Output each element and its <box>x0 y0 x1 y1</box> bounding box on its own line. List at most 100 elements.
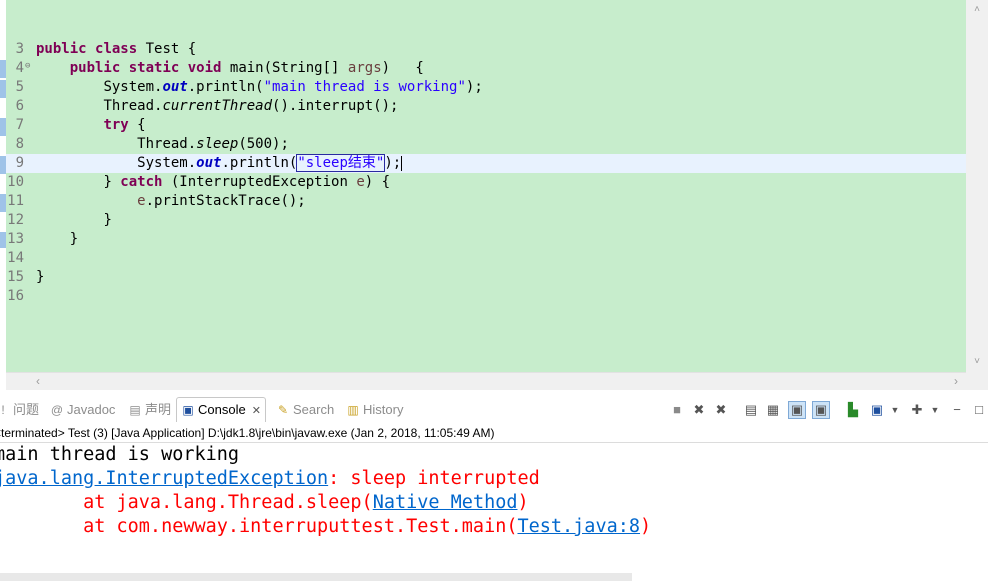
change-marker <box>0 194 6 212</box>
code-editor[interactable]: 3 public class Test { 4 ⊖ public static vo… <box>0 0 988 390</box>
console-line: java.lang.InterruptedException: sleep in… <box>0 467 982 491</box>
string-literal: "main thread is working" <box>263 79 466 95</box>
search-icon: ✎ <box>277 403 289 417</box>
change-marker <box>0 60 6 78</box>
code-text: ().interrupt(); <box>272 98 399 114</box>
code-line[interactable]: 12 } <box>6 211 966 230</box>
remove-all-terminated-icon[interactable]: ✖ <box>712 401 730 419</box>
tab-javadoc[interactable]: @ Javadoc <box>50 398 116 422</box>
code-text: } <box>36 269 45 285</box>
change-marker <box>0 232 6 248</box>
code-line[interactable]: 7 try { <box>6 116 966 135</box>
console-horizontal-scrollbar[interactable] <box>0 573 632 581</box>
code-line[interactable]: 10 } catch (InterruptedException e) { <box>6 173 966 192</box>
console-output[interactable]: main thread is working java.lang.Interru… <box>0 443 988 573</box>
code-text: Thread. <box>137 136 197 152</box>
line-number: 9 <box>15 155 24 171</box>
code-line[interactable]: 15} <box>6 268 966 287</box>
line-number: 16 <box>7 288 24 304</box>
code-line[interactable]: 3 public class Test { <box>6 40 966 59</box>
launch-description: <terminated> Test (3) [Java Application]… <box>0 426 495 440</box>
stacktrace-link[interactable]: Test.java:8 <box>517 516 640 537</box>
code-line[interactable]: 13 } <box>6 230 966 249</box>
code-text: (500); <box>238 136 289 152</box>
stderr-text: at java.lang.Thread.sleep( <box>0 492 373 513</box>
scroll-right-icon[interactable]: › <box>954 374 958 388</box>
code-lines: 3 public class Test { 4 ⊖ public static vo… <box>6 40 966 306</box>
scroll-up-icon[interactable]: ˄ <box>966 4 988 15</box>
code-text: .println( <box>187 79 264 95</box>
show-on-stderr-icon[interactable]: ▣ <box>812 401 830 419</box>
chevron-down-icon[interactable]: ▼ <box>886 401 904 419</box>
console-status-line: <terminated> Test (3) [Java Application]… <box>0 424 988 443</box>
stderr-text: at com.newway.interruputtest.Test.main( <box>0 516 518 537</box>
parameter: e <box>356 174 365 190</box>
string-literal: "sleep结束" <box>296 154 386 172</box>
code-text: (InterruptedException <box>162 174 357 190</box>
keyword: public <box>69 60 121 76</box>
fold-collapse-icon[interactable]: ⊖ <box>25 57 30 76</box>
problems-icon: ! <box>1 403 5 417</box>
declaration-icon: ▤ <box>129 403 141 417</box>
pin-console-icon[interactable]: ▙ <box>844 401 862 419</box>
view-tab-bar: ! 问题 @ Javadoc ▤ 声明 ▣ Console ✕ ✎ Search ▥ Hist… <box>0 397 988 422</box>
static-method: currentThread <box>162 98 273 114</box>
close-icon[interactable]: ✕ <box>252 405 261 417</box>
code-text: } <box>103 174 121 190</box>
tab-label: 声明 <box>145 402 172 417</box>
maximize-icon[interactable]: □ <box>970 401 988 419</box>
code-line[interactable]: 11 e.printStackTrace(); <box>6 192 966 211</box>
tab-label: Search <box>293 402 335 417</box>
scroll-left-icon[interactable]: ‹ <box>36 374 40 388</box>
code-text: System. <box>103 79 163 95</box>
line-number: 4 <box>15 60 24 76</box>
keyword: try <box>103 117 129 133</box>
line-number: 8 <box>15 136 24 152</box>
chevron-down-icon[interactable]: ▼ <box>926 401 944 419</box>
minimize-icon[interactable]: − <box>948 401 966 419</box>
change-marker <box>0 118 6 136</box>
code-line[interactable]: 4 ⊖ public static void main(String[] args… <box>6 59 966 78</box>
editor-vertical-scrollbar[interactable]: ˄ ˅ <box>966 0 988 372</box>
console-line: main thread is working <box>0 443 982 467</box>
tab-problems[interactable]: ! 问题 <box>0 398 39 422</box>
static-method: sleep <box>196 136 239 152</box>
tab-history[interactable]: ▥ History <box>346 398 403 422</box>
code-text: } <box>69 231 79 247</box>
code-text: ) { <box>381 60 424 76</box>
code-line[interactable]: 16 <box>6 287 966 306</box>
code-line[interactable]: 8 Thread.sleep(500); <box>6 135 966 154</box>
stacktrace-link[interactable]: Native Method <box>373 492 518 513</box>
current-code-line[interactable]: 9 System.out.println("sleep结束"); <box>6 154 966 173</box>
scroll-down-icon[interactable]: ˅ <box>966 356 988 367</box>
tab-search[interactable]: ✎ Search <box>276 398 334 422</box>
code-text: ); <box>465 79 483 95</box>
line-number: 12 <box>7 212 24 228</box>
line-number: 10 <box>7 174 24 190</box>
scroll-lock-icon[interactable]: ▦ <box>764 401 782 419</box>
parameter: args <box>347 60 382 76</box>
code-line[interactable]: 5 System.out.println("main thread is wor… <box>6 78 966 97</box>
code-text: .printStackTrace(); <box>145 193 306 209</box>
console-line: at java.lang.Thread.sleep(Native Method) <box>0 491 982 515</box>
exception-link[interactable]: java.lang.InterruptedException <box>0 468 328 489</box>
code-text: } <box>103 212 112 228</box>
console-icon: ▣ <box>182 403 194 417</box>
terminate-icon[interactable]: ■ <box>668 401 686 419</box>
change-marker <box>0 80 6 98</box>
remove-launch-icon[interactable]: ✖ <box>690 401 708 419</box>
clear-console-icon[interactable]: ▤ <box>742 401 760 419</box>
tab-declaration[interactable]: ▤ 声明 <box>128 398 171 422</box>
line-number: 13 <box>7 231 24 247</box>
editor-horizontal-scrollbar[interactable]: ‹ › <box>6 372 966 390</box>
show-on-stdout-icon[interactable]: ▣ <box>788 401 806 419</box>
editor-text-area[interactable]: 3 public class Test { 4 ⊖ public static vo… <box>6 0 966 372</box>
line-number: 14 <box>7 250 24 266</box>
code-line[interactable]: 14 <box>6 249 966 268</box>
open-console-icon[interactable]: ✚ <box>908 401 926 419</box>
tab-console[interactable]: ▣ Console ✕ <box>176 397 266 422</box>
display-console-icon[interactable]: ▣ <box>868 401 886 419</box>
line-number: 5 <box>15 79 24 95</box>
code-line[interactable]: 6 Thread.currentThread().interrupt(); <box>6 97 966 116</box>
code-text: Thread. <box>103 98 163 114</box>
